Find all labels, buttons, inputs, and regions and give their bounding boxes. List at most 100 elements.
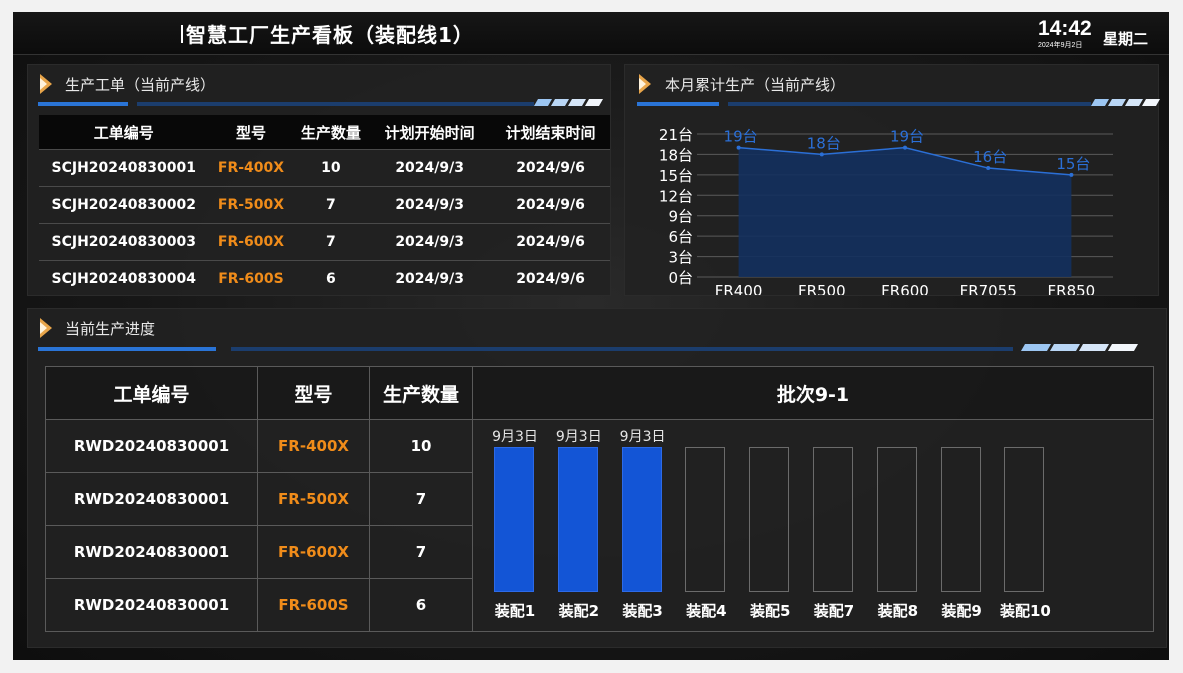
- end-time-cell: 2024/9/6: [491, 260, 610, 297]
- assembly-station[interactable]: 9月3日 装配1: [483, 420, 547, 631]
- assembly-station[interactable]: 装配7: [802, 420, 866, 631]
- chart-area: [738, 147, 1072, 277]
- quantity-cell: 10: [369, 419, 473, 473]
- x-tick-label: FR400: [715, 282, 763, 295]
- assembly-stations-cell: 9月3日 装配1 9月3日 装配2 9月3日 装配3 装配4 装配5 装配7 装配8 装配9 装配10: [472, 419, 1154, 632]
- model-cell: FR-400X: [257, 419, 370, 473]
- quantity-cell: 10: [293, 149, 369, 187]
- order-id-cell: RWD20240830001: [45, 472, 258, 526]
- clock-date: 2024年9月2日: [1038, 42, 1083, 49]
- station-progress-box: [685, 447, 726, 592]
- y-tick-label: 21台: [659, 126, 693, 144]
- chart-point: [903, 145, 907, 150]
- column-header-start-time: 计划开始时间: [368, 115, 492, 150]
- column-header-order-id: 工单编号: [45, 366, 258, 420]
- chevron-right-icon: [40, 74, 52, 94]
- column-header-end-time: 计划结束时间: [491, 115, 610, 150]
- table-header-row: 工单编号 型号 生产数量 计划开始时间 计划结束时间: [39, 115, 610, 150]
- column-header-model: 型号: [257, 366, 370, 420]
- end-time-cell: 2024/9/6: [491, 186, 610, 224]
- table-row[interactable]: SCJH20240830002 FR-500X 7 2024/9/3 2024/…: [39, 186, 610, 224]
- header-bar: 智慧工厂生产看板（装配线1） 14:42 2024年9月2日 星期二: [13, 12, 1169, 55]
- table-header-row: 工单编号 型号 生产数量 批次9-1: [45, 366, 1154, 420]
- quantity-cell: 6: [293, 260, 369, 297]
- table-row[interactable]: SCJH20240830003 FR-600X 7 2024/9/3 2024/…: [39, 223, 610, 261]
- quantity-cell: 7: [293, 223, 369, 261]
- y-tick-label: 6台: [668, 228, 693, 246]
- order-id-cell: SCJH20240830002: [39, 186, 209, 224]
- monthly-production-panel: 本月累计生产（当前产线） 0台 3台 6台 9台 12台 15台 18台 21台 19台 18台 1…: [624, 64, 1161, 296]
- production-progress-panel: 当前生产进度 工单编号 型号 生产数量 批次9-1 RWD20240830001…: [27, 308, 1167, 648]
- chart-point: [986, 166, 991, 171]
- station-progress-box: [494, 447, 534, 592]
- work-order-panel-title: 生产工单（当前产线）: [65, 76, 216, 94]
- panel-underline-accent: [38, 347, 216, 351]
- assembly-station[interactable]: 9月3日 装配2: [547, 420, 611, 631]
- chevron-right-icon: [40, 318, 52, 338]
- station-date: 9月3日: [555, 429, 602, 445]
- station-progress-box: [749, 447, 790, 592]
- batch-title: 批次9-1: [472, 366, 1154, 420]
- data-label: 18台: [807, 134, 841, 152]
- data-label: 16台: [973, 148, 1007, 166]
- end-time-cell: 2024/9/6: [491, 149, 610, 187]
- model-cell: FR-600S: [257, 578, 370, 632]
- assembly-station[interactable]: 装配5: [738, 420, 802, 631]
- column-header-quantity: 生产数量: [293, 115, 369, 150]
- panel-underline: [231, 347, 1013, 351]
- order-id-cell: RWD20240830001: [45, 525, 258, 579]
- station-progress-box: [1004, 447, 1045, 592]
- order-id-cell: SCJH20240830004: [39, 260, 209, 297]
- panel-underline-accent: [38, 102, 128, 106]
- assembly-station[interactable]: 装配10: [993, 420, 1057, 631]
- y-tick-label: 15台: [659, 167, 693, 185]
- column-header-model: 型号: [208, 115, 294, 150]
- station-progress-box: [621, 447, 662, 592]
- quantity-cell: 7: [369, 525, 473, 579]
- work-order-panel: 生产工单（当前产线） 工单编号 型号 生产数量 计划开始时间 计划结束时间 SC…: [27, 64, 611, 297]
- x-tick-label: FR600: [881, 282, 929, 295]
- y-tick-label: 18台: [659, 146, 693, 164]
- panel-stripes: [1020, 344, 1139, 351]
- assembly-station[interactable]: 9月3日 装配3: [611, 420, 675, 631]
- y-tick-label: 9台: [668, 208, 693, 226]
- x-tick-label: FR850: [1048, 282, 1096, 295]
- station-name: 装配10: [999, 602, 1051, 620]
- assembly-stations: 9月3日 装配1 9月3日 装配2 9月3日 装配3 装配4 装配5 装配7 装配8 装配9 装配10: [473, 420, 1153, 631]
- start-time-cell: 2024/9/3: [368, 260, 492, 297]
- order-id-cell: SCJH20240830003: [39, 223, 209, 261]
- data-label: 19台: [724, 128, 758, 146]
- quantity-cell: 7: [293, 186, 369, 224]
- model-cell: FR-400X: [208, 149, 294, 187]
- clock-time: 14:42: [1038, 17, 1092, 40]
- start-time-cell: 2024/9/3: [368, 149, 492, 187]
- station-progress-box: [557, 447, 598, 592]
- y-tick-label: 0台: [668, 269, 693, 287]
- model-cell: FR-600S: [208, 260, 294, 297]
- weekday-label: 星期二: [1103, 30, 1149, 48]
- chart-point: [1069, 172, 1074, 177]
- column-header-order-id: 工单编号: [39, 115, 209, 150]
- station-progress-box: [813, 447, 853, 592]
- table-row[interactable]: RWD20240830001 FR-400X 10 9月3日 装配1 9月3日 装配2…: [45, 419, 1154, 632]
- end-time-cell: 2024/9/6: [491, 223, 610, 261]
- assembly-station[interactable]: 装配9: [930, 420, 994, 631]
- model-cell: FR-600X: [208, 223, 294, 261]
- assembly-station[interactable]: 装配8: [866, 420, 930, 631]
- production-progress-table: 工单编号 型号 生产数量 批次9-1 RWD20240830001 FR-400…: [45, 366, 1154, 632]
- table-row[interactable]: SCJH20240830001 FR-400X 10 2024/9/3 2024…: [39, 149, 610, 187]
- station-date: 9月3日: [492, 429, 538, 445]
- title-marker: [181, 25, 183, 43]
- assembly-station[interactable]: 装配4: [674, 420, 738, 631]
- start-time-cell: 2024/9/3: [368, 186, 492, 224]
- chart-point: [736, 145, 741, 150]
- table-row[interactable]: SCJH20240830004 FR-600S 6 2024/9/3 2024/…: [39, 260, 610, 297]
- model-cell: FR-500X: [257, 472, 370, 526]
- x-tick-label: FR500: [798, 282, 846, 295]
- panel-underline: [137, 102, 534, 106]
- quantity-cell: 6: [369, 578, 473, 632]
- order-id-cell: RWD20240830001: [45, 578, 258, 632]
- column-header-quantity: 生产数量: [369, 366, 473, 420]
- station-date: 9月3日: [619, 429, 666, 445]
- data-label: 15台: [1056, 155, 1090, 173]
